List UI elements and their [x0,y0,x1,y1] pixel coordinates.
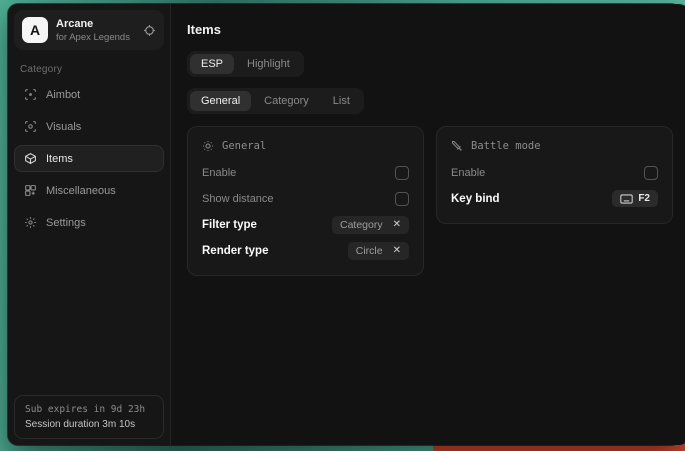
battle-mode-panel-header: Battle mode [451,140,658,152]
sidebar-item-label: Items [46,153,73,165]
subscription-info-card: Sub expires in 9d 23h Session duration 3… [14,395,164,439]
panels-row: General Enable Show distance Filter type… [187,126,673,276]
render-type-select[interactable]: Circle ✕ [348,242,409,260]
setting-label: Enable [202,167,236,179]
setting-label: Show distance [202,193,274,205]
setting-label: Key bind [451,193,500,205]
sidebar-item-settings[interactable]: Settings [14,209,164,236]
setting-row-key-bind: Key bind F2 [451,186,658,211]
session-duration-text: Session duration 3m 10s [25,419,153,430]
show-distance-checkbox[interactable] [395,192,409,206]
sidebar-item-label: Aimbot [46,89,80,101]
sidebar-item-aimbot[interactable]: Aimbot [14,81,164,108]
brand-subtitle: for Apex Legends [56,32,130,43]
setting-row-filter-type: Filter type Category ✕ [202,212,409,237]
brand-card: A Arcane for Apex Legends [14,10,164,50]
setting-row-battle-enable: Enable [451,160,658,185]
setting-row-show-distance: Show distance [202,186,409,211]
tab-highlight[interactable]: Highlight [236,54,301,74]
sidebar-item-label: Settings [46,217,86,229]
remove-filter-icon[interactable]: ✕ [393,220,401,230]
main-content: Items ESP Highlight General Category Lis… [171,4,685,445]
tab-esp[interactable]: ESP [190,54,234,74]
target-icon[interactable] [143,24,156,37]
sidebar-item-visuals[interactable]: Visuals [14,113,164,140]
brand-text: Arcane for Apex Legends [56,18,130,43]
brand-logo: A [22,17,48,43]
general-panel: General Enable Show distance Filter type… [187,126,424,276]
sidebar-section-label: Category [20,64,158,75]
sidebar-item-label: Visuals [46,121,81,133]
setting-label: Enable [451,167,485,179]
brand-title: Arcane [56,18,130,30]
sidebar-item-items[interactable]: Items [14,145,164,172]
filter-type-select[interactable]: Category ✕ [332,216,409,234]
render-type-value: Circle [356,245,383,257]
setting-label: Render type [202,245,268,257]
misc-grid-icon [24,184,37,197]
sidebar-nav: Aimbot Visuals Items [8,81,170,236]
general-panel-header: General [202,140,409,152]
sword-icon [451,140,463,152]
panel-title-text: Battle mode [471,140,541,152]
remove-render-icon[interactable]: ✕ [393,246,401,256]
tab-general[interactable]: General [190,91,251,111]
battle-mode-panel: Battle mode Enable Key bind [436,126,673,224]
settings-gear-icon [24,216,37,229]
primary-tab-group: ESP Highlight [187,51,304,77]
sub-expiry-text: Sub expires in 9d 23h [25,404,153,415]
setting-row-enable: Enable [202,160,409,185]
key-bind-button[interactable]: F2 [612,190,658,207]
page-title: Items [187,22,673,37]
panel-title-text: General [222,140,266,152]
visuals-eye-icon [24,120,37,133]
battle-enable-checkbox[interactable] [644,166,658,180]
items-box-icon [24,152,37,165]
app-window: A Arcane for Apex Legends Category [8,4,681,445]
setting-row-render-type: Render type Circle ✕ [202,238,409,263]
aimbot-crosshair-icon [24,88,37,101]
key-bind-value: F2 [638,193,650,204]
keyboard-icon [620,194,633,204]
sidebar: A Arcane for Apex Legends Category [8,4,171,445]
sun-icon [202,140,214,152]
filter-type-value: Category [340,219,383,231]
tab-category[interactable]: Category [253,91,320,111]
enable-checkbox[interactable] [395,166,409,180]
sidebar-item-miscellaneous[interactable]: Miscellaneous [14,177,164,204]
tab-list[interactable]: List [322,91,361,111]
secondary-tab-group: General Category List [187,88,364,114]
setting-label: Filter type [202,219,257,231]
sidebar-item-label: Miscellaneous [46,185,116,197]
